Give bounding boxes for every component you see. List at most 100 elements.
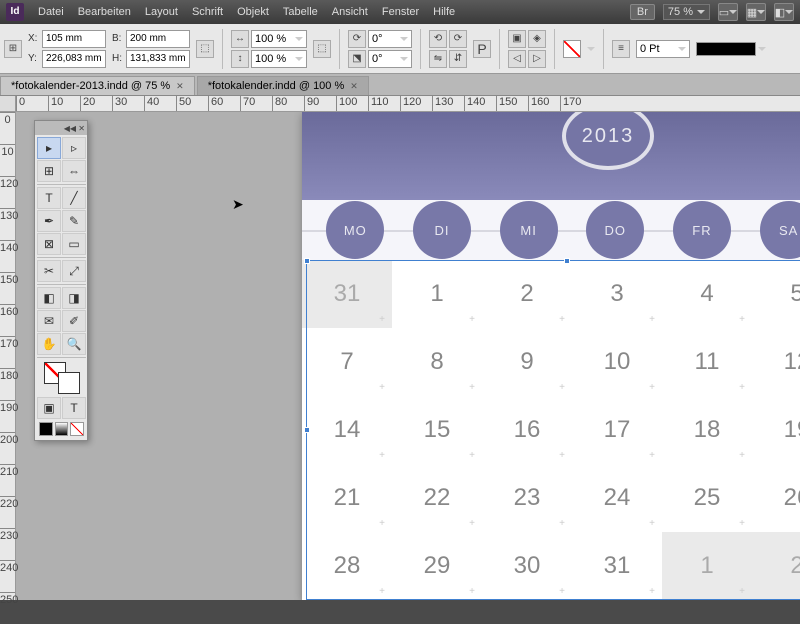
stroke-proxy[interactable] (58, 372, 80, 394)
zoom-dropdown[interactable]: 75 % (663, 4, 710, 20)
vertical-ruler[interactable]: 0101201301401501601701801902002102202302… (0, 112, 16, 600)
rotate-ccw-icon[interactable]: ⟲ (429, 30, 447, 48)
zoom-tool[interactable]: 🔍 (62, 333, 86, 355)
rotate-input[interactable]: 0° (368, 30, 412, 48)
ruler-tick: 250 (0, 592, 15, 624)
select-next-icon[interactable]: ▷ (528, 50, 546, 68)
ruler-tick: 40 (144, 96, 176, 111)
menu-fenster[interactable]: Fenster (382, 6, 419, 18)
ref-point-icon[interactable]: ⊞ (4, 40, 22, 58)
note-tool[interactable]: ✉ (37, 310, 61, 332)
scale-y-icon: ↕ (231, 50, 249, 68)
eyedropper-tool[interactable]: ✐ (62, 310, 86, 332)
canvas-area[interactable]: 2013 MO DI MI DO FR SA 31123457891011121… (16, 112, 800, 600)
chevron-down-icon[interactable] (758, 47, 766, 51)
fill-swatch[interactable] (563, 40, 581, 58)
select-prev-icon[interactable]: ◁ (508, 50, 526, 68)
p-icon[interactable]: P (473, 40, 491, 58)
select-container-icon[interactable]: ▣ (508, 30, 526, 48)
tab-label: *fotokalender-2013.indd @ 75 % (11, 80, 170, 92)
shear-input[interactable]: 0° (368, 50, 412, 68)
hero-image[interactable]: 2013 (302, 112, 800, 200)
ruler-tick: 200 (0, 432, 15, 464)
workspace-icon[interactable]: ◧ (774, 3, 794, 21)
menu-datei[interactable]: Datei (38, 6, 64, 18)
document-tab[interactable]: *fotokalender.indd @ 100 %✕ (197, 76, 369, 95)
bridge-button[interactable]: Br (630, 4, 655, 20)
apply-gradient[interactable] (55, 422, 69, 436)
divider (37, 257, 86, 258)
gradient-feather-tool[interactable]: ◨ (62, 287, 86, 309)
h-input[interactable]: 131,833 mm (126, 50, 190, 68)
pen-tool[interactable]: ✒ (37, 210, 61, 232)
weekday-di: DI (413, 201, 471, 259)
flip-h-icon[interactable]: ⇋ (429, 50, 447, 68)
selection-tool[interactable]: ▸ (37, 137, 61, 159)
close-icon[interactable]: ✕ (350, 81, 358, 92)
ruler-tick: 80 (272, 96, 304, 111)
menu-objekt[interactable]: Objekt (237, 6, 269, 18)
year-badge[interactable]: 2013 (562, 112, 654, 170)
weekday-fr: FR (673, 201, 731, 259)
rectangle-frame-tool[interactable]: ⊠ (37, 233, 61, 255)
scale-y-input[interactable]: 100 % (251, 50, 307, 68)
ruler-tick: 70 (240, 96, 272, 111)
line-tool[interactable]: ╱ (62, 187, 86, 209)
apply-color-container[interactable]: ▣ (37, 397, 61, 419)
menu-hilfe[interactable]: Hilfe (433, 6, 455, 18)
rectangle-tool[interactable]: ▭ (62, 233, 86, 255)
w-label: B: (112, 33, 124, 44)
grid-icon: ▦ (747, 6, 757, 19)
toolbox-header[interactable]: ◀◀ ✕ (35, 121, 87, 135)
ruler-tick: 120 (0, 176, 15, 208)
close-icon[interactable]: ✕ (176, 81, 184, 92)
separator (603, 29, 604, 69)
ruler-origin[interactable] (0, 96, 16, 112)
pencil-tool[interactable]: ✎ (62, 210, 86, 232)
menu-tabelle[interactable]: Tabelle (283, 6, 318, 18)
chevron-down-icon[interactable] (587, 47, 595, 51)
menu-ansicht[interactable]: Ansicht (332, 6, 368, 18)
document-tab[interactable]: *fotokalender-2013.indd @ 75 % ✕ (0, 76, 195, 95)
menu-schrift[interactable]: Schrift (192, 6, 223, 18)
stroke-weight-input[interactable]: 0 Pt (636, 40, 690, 58)
direct-selection-tool[interactable]: ▹ (62, 137, 86, 159)
y-input[interactable]: 226,083 mm (42, 50, 106, 68)
type-tool[interactable]: T (37, 187, 61, 209)
hand-tool[interactable]: ✋ (37, 333, 61, 355)
gap-tool[interactable]: ⇔ (62, 160, 86, 182)
flip-v-icon[interactable]: ⇵ (449, 50, 467, 68)
scale-x-input[interactable]: 100 % (251, 30, 307, 48)
toolbox-panel[interactable]: ◀◀ ✕ ▸ ▹ ⊞ ⇔ T ╱ ✒ ✎ ⊠ ▭ ✂ ⤢ ◧ ◨ ✉ ✐ ✋ 🔍 (34, 120, 88, 441)
chevron-down-icon (295, 57, 303, 61)
panel-icon: ◧ (775, 6, 785, 19)
stroke-style-swatch[interactable] (696, 42, 756, 56)
rotate-cw-icon[interactable]: ⟳ (449, 30, 467, 48)
apply-black[interactable] (39, 422, 53, 436)
apply-none[interactable] (70, 422, 84, 436)
horizontal-ruler[interactable]: 0102030405060708090100110120130140150160… (16, 96, 800, 112)
arrange-icon[interactable]: ▦ (746, 3, 766, 21)
menu-bearbeiten[interactable]: Bearbeiten (78, 6, 131, 18)
constrain-scale-icon[interactable]: ⬚ (313, 40, 331, 58)
view-mode-icon[interactable]: ▭ (718, 3, 738, 21)
weekday-sa: SA (760, 201, 800, 259)
w-input[interactable]: 200 mm (126, 30, 190, 48)
selection-handle[interactable] (304, 258, 310, 264)
menu-layout[interactable]: Layout (145, 6, 178, 18)
page-tool[interactable]: ⊞ (37, 160, 61, 182)
selection-handle[interactable] (304, 427, 310, 433)
selection-frame[interactable] (306, 260, 800, 600)
apply-color-text[interactable]: T (62, 397, 86, 419)
free-transform-tool[interactable]: ⤢ (62, 260, 86, 282)
ruler-tick: 10 (0, 144, 15, 176)
gradient-swatch-tool[interactable]: ◧ (37, 287, 61, 309)
select-content-icon[interactable]: ◈ (528, 30, 546, 48)
weekday-header: MO DI MI DO FR SA (302, 200, 800, 260)
shear-icon: ⬔ (348, 50, 366, 68)
scissors-tool[interactable]: ✂ (37, 260, 61, 282)
x-input[interactable]: 105 mm (42, 30, 106, 48)
selection-handle[interactable] (564, 258, 570, 264)
constrain-wh-icon[interactable]: ⬚ (196, 40, 214, 58)
fill-stroke-proxy[interactable] (44, 362, 80, 394)
